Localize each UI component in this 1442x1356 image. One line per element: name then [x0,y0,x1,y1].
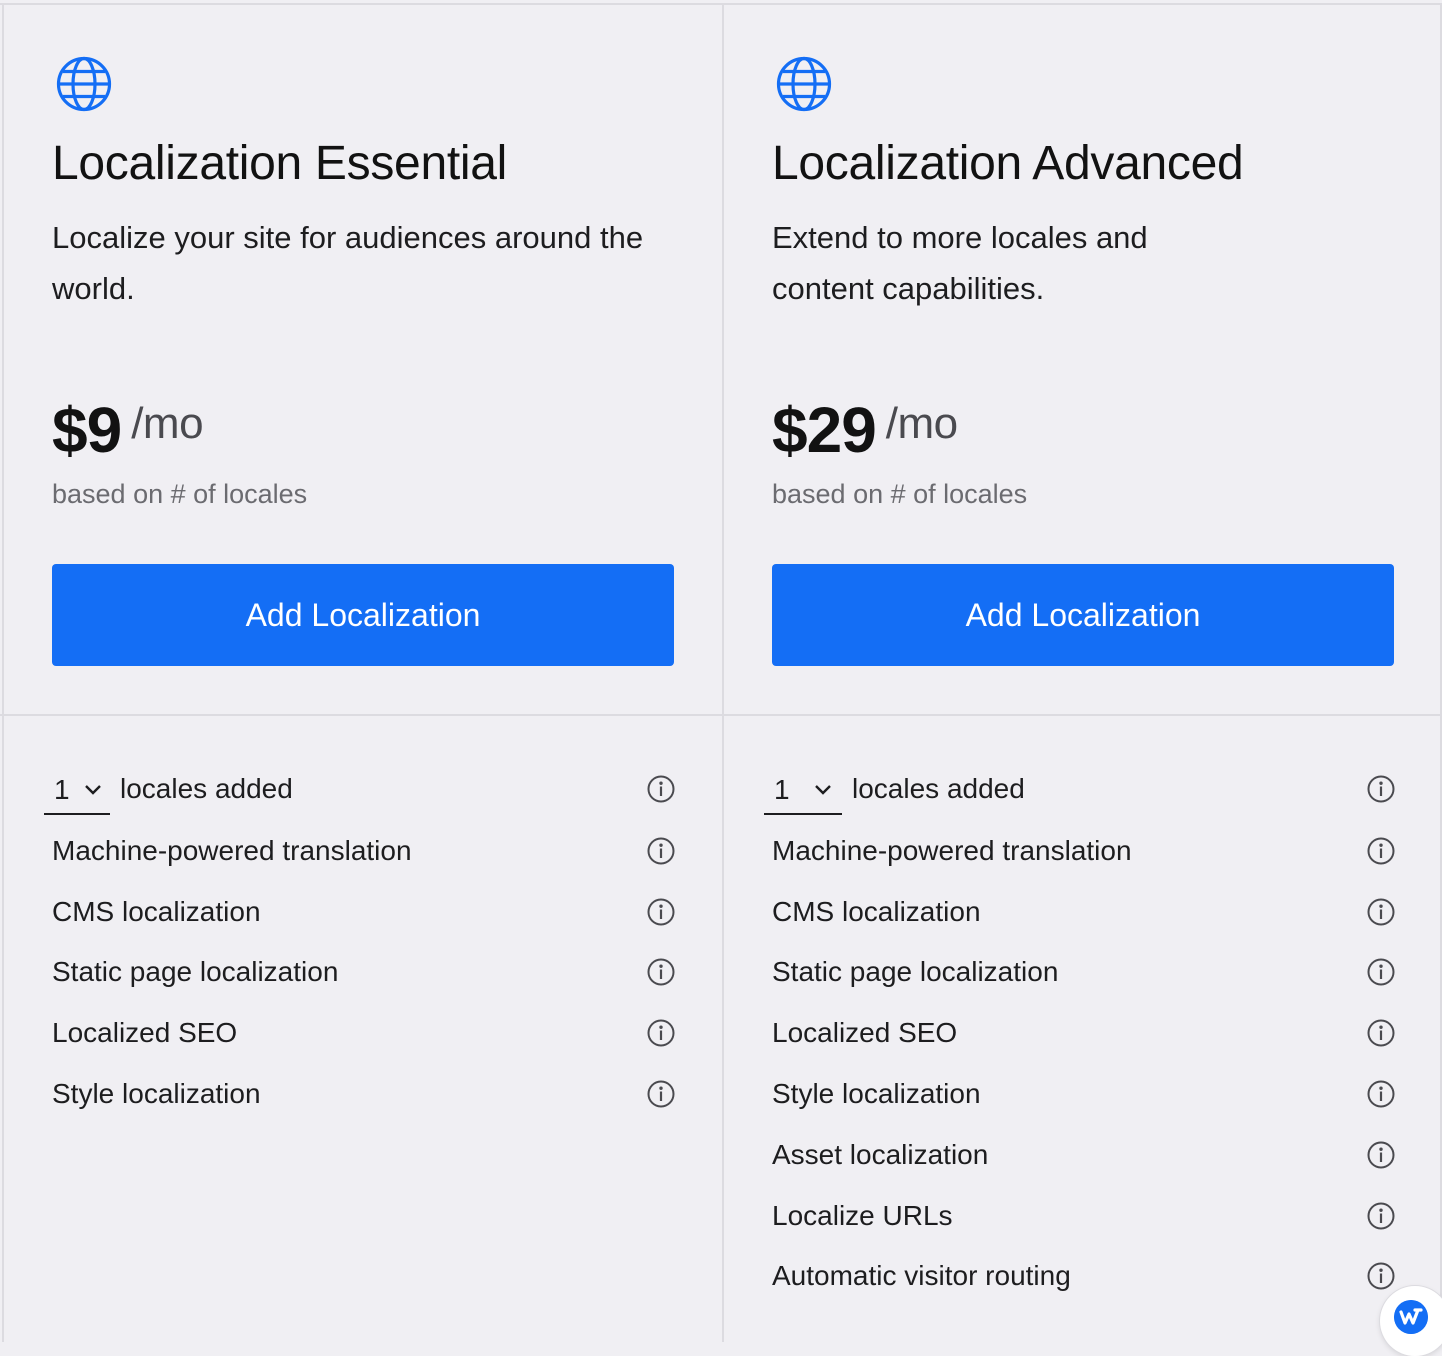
info-icon[interactable] [646,1018,676,1048]
price-amount: $9 [52,394,122,466]
info-icon[interactable] [646,897,676,927]
plan-title: Localization Essential [52,137,508,190]
feature-label: Style localization [772,1078,981,1109]
info-icon[interactable] [1366,897,1396,927]
locales-select[interactable]: 1 [764,767,842,815]
locales-label: locales added [120,773,293,804]
add-localization-button[interactable]: Add Localization [52,564,674,666]
feature-label: Localized SEO [52,1017,238,1048]
globe-icon [56,56,112,112]
info-icon[interactable] [1366,774,1396,804]
feature-label: Static page localization [772,956,1059,987]
feature-label: Machine-powered translation [772,835,1132,866]
feature-row: Automatic visitor routing [772,1251,1398,1301]
feature-label: CMS localization [772,896,981,927]
chevron-down-icon [814,785,831,795]
price: $29 /mo [772,390,958,470]
info-icon[interactable] [646,957,676,987]
info-icon[interactable] [1366,1079,1396,1109]
info-icon[interactable] [1366,1140,1396,1170]
info-icon[interactable] [646,774,676,804]
feature-label: Localized SEO [772,1017,958,1048]
feature-label: CMS localization [52,896,261,927]
plan-description: Extend to more locales and content capab… [772,220,1148,306]
feature-row: Asset localization [772,1130,1398,1180]
feature-label: Automatic visitor routing [772,1260,1071,1291]
add-localization-button[interactable]: Add Localization [772,564,1394,666]
feature-row: Machine-powered translation [772,826,1398,876]
feature-row: Static page localization [52,947,678,997]
plan-description: Localize your site for audiences around … [52,220,644,306]
price: $9 /mo [52,390,204,470]
price-note: based on # of locales [772,479,1028,509]
globe-icon [776,56,832,112]
locales-select-value: 1 [774,774,790,805]
plan-card-advanced: Localization Advanced Extend to more loc… [724,0,1442,1342]
feature-row: Localize URLs [772,1191,1398,1241]
feature-label: Localize URLs [772,1200,953,1231]
info-icon[interactable] [1366,1201,1396,1231]
info-icon[interactable] [1366,1018,1396,1048]
info-icon[interactable] [646,836,676,866]
plan-card-essential: Localization Essential Localize your sit… [4,0,724,1342]
feature-label: Static page localization [52,956,339,987]
feature-row: CMS localization [52,887,678,937]
feature-row: Localized SEO [772,1008,1398,1058]
webflow-logo-icon [1394,1300,1428,1334]
locales-row: 1 locales added [764,764,1398,815]
locales-row: 1 locales added [44,764,678,815]
feature-label: Machine-powered translation [52,835,412,866]
locales-label: locales added [852,773,1025,804]
info-icon[interactable] [1366,836,1396,866]
feature-row: CMS localization [772,887,1398,937]
feature-row: Static page localization [772,947,1398,997]
price-unit: /mo [885,399,958,448]
price-note: based on # of locales [52,479,308,509]
chevron-down-icon [84,785,101,795]
webflow-badge[interactable] [1380,1286,1442,1356]
plan-title: Localization Advanced [772,137,1244,190]
feature-row: Style localization [772,1069,1398,1119]
price-unit: /mo [131,399,204,448]
feature-row: Machine-powered translation [52,826,678,876]
locales-select[interactable]: 1 [44,767,110,815]
feature-row: Style localization [52,1069,678,1119]
info-icon[interactable] [1366,957,1396,987]
feature-row: Localized SEO [52,1008,678,1058]
info-icon[interactable] [1366,1261,1396,1291]
info-icon[interactable] [646,1079,676,1109]
pricing-grid: Localization Essential Localize your sit… [0,0,1442,1356]
feature-label: Style localization [52,1078,261,1109]
price-amount: $29 [772,394,877,466]
feature-label: Asset localization [772,1139,989,1170]
locales-select-value: 1 [54,774,70,805]
